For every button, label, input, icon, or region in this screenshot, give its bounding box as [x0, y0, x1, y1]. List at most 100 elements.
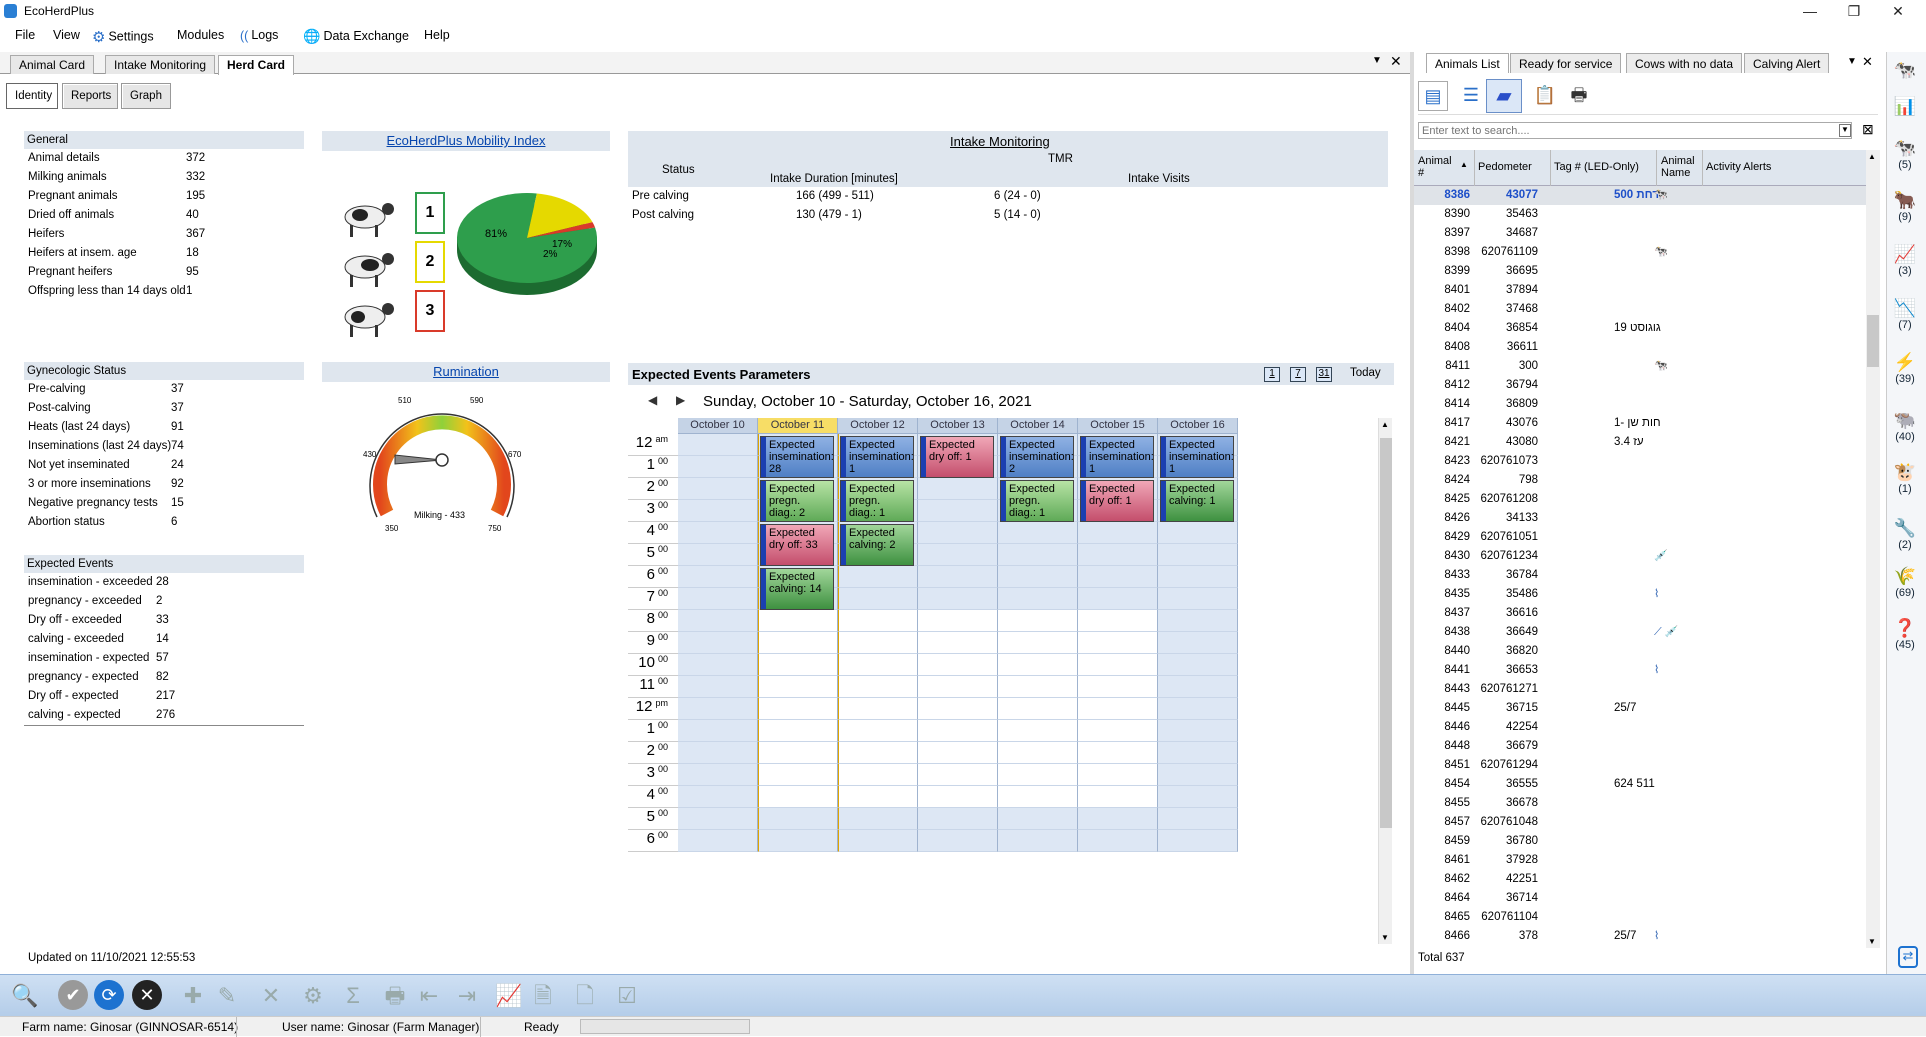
tab-calving-alert[interactable]: Calving Alert — [1744, 53, 1830, 73]
calendar-day-header[interactable]: October 14 — [998, 418, 1078, 434]
search-dropdown-icon[interactable]: ▼ — [1839, 124, 1851, 137]
calendar-slot[interactable] — [998, 720, 1078, 742]
calendar-slot[interactable] — [998, 786, 1078, 808]
calendar-slot[interactable] — [838, 720, 918, 742]
calendar-slot[interactable] — [918, 654, 998, 676]
menu-view[interactable]: View — [53, 28, 80, 42]
animal-row[interactable]: 8455 36678 — [1414, 794, 1866, 813]
calendar-slot[interactable] — [998, 610, 1078, 632]
col-pedometer[interactable]: Pedometer — [1478, 161, 1532, 173]
col-animal-name[interactable]: Animal Name — [1661, 155, 1697, 179]
calendar-slot[interactable] — [678, 456, 758, 478]
calendar-slot[interactable] — [678, 610, 758, 632]
calendar-slot[interactable] — [918, 588, 998, 610]
calendar-slot[interactable] — [918, 808, 998, 830]
sync-icon[interactable]: ⇄ — [1898, 946, 1918, 968]
tab-animal-card[interactable]: Animal Card — [10, 55, 95, 74]
calendar-slot[interactable] — [678, 830, 758, 852]
calendar-slot[interactable] — [998, 522, 1078, 544]
cow-icon[interactable]: 🐄 — [1654, 186, 1668, 205]
animal-row[interactable]: 8421 43080 עז 3.4 — [1414, 433, 1866, 452]
calendar-day-header[interactable]: October 16 — [1158, 418, 1238, 434]
calendar-event[interactable]: Expected insemination: 2 — [1000, 436, 1074, 478]
calendar-day-header[interactable]: October 13 — [918, 418, 998, 434]
calendar-slot[interactable] — [678, 808, 758, 830]
calendar-slot[interactable] — [838, 566, 918, 588]
animal-row[interactable]: 8462 42251 — [1414, 870, 1866, 889]
calendar-slot[interactable] — [1158, 676, 1238, 698]
calendar-slot[interactable] — [918, 610, 998, 632]
calendar-slot[interactable] — [918, 830, 998, 852]
animal-row[interactable]: 8461 37928 — [1414, 851, 1866, 870]
chart-syringe-icon[interactable]: ⟋ 💉 — [1654, 623, 1678, 642]
animal-row[interactable]: 8414 36809 — [1414, 395, 1866, 414]
animal-row[interactable]: 8465 620761104 — [1414, 908, 1866, 927]
tab-ready-for-service[interactable]: Ready for service — [1510, 53, 1622, 73]
card-view-icon[interactable]: ▤ — [1418, 81, 1448, 111]
cow-icon[interactable]: 🐄 — [1654, 243, 1668, 262]
animal-row[interactable]: 8443 620761271 — [1414, 680, 1866, 699]
calendar-slot[interactable] — [758, 654, 838, 676]
calendar-slot[interactable] — [918, 544, 998, 566]
animal-row[interactable]: 8401 37894 — [1414, 281, 1866, 300]
animal-row[interactable]: 8398 620761109 🐄 — [1414, 243, 1866, 262]
animal-row[interactable]: 8459 36780 — [1414, 832, 1866, 851]
right-panel-close-icon[interactable]: ✕ — [1862, 54, 1873, 70]
right-tab-dropdown-icon[interactable]: ▼ — [1847, 56, 1857, 67]
calendar-slot[interactable] — [838, 830, 918, 852]
calendar-slot[interactable] — [758, 720, 838, 742]
animal-row[interactable]: 8445 36715 25/7 — [1414, 699, 1866, 718]
calendar-slot[interactable] — [918, 742, 998, 764]
calendar-slot[interactable] — [1078, 522, 1158, 544]
clear-search-icon[interactable]: ⊠ — [1862, 121, 1874, 138]
prev-week-arrow[interactable]: ◀ — [648, 393, 657, 407]
herd-icon[interactable]: 🐄 — [1890, 60, 1920, 81]
animal-row[interactable]: 8466 378 25/7 ⌇ — [1414, 927, 1866, 946]
report-icon[interactable]: 📋 — [1530, 81, 1560, 111]
calendar-slot[interactable] — [678, 522, 758, 544]
col-animal-number[interactable]: Animal # — [1418, 155, 1454, 179]
calendar-event[interactable]: Expected insemination: 1 — [1160, 436, 1234, 478]
animal-row[interactable]: 8457 620761048 — [1414, 813, 1866, 832]
calendar-slot[interactable] — [1078, 698, 1158, 720]
animal-row[interactable]: 8386 43077 500 רחת 🐄 — [1414, 186, 1866, 205]
search-icon[interactable]: 🔍 — [10, 981, 40, 1011]
calendar-slot[interactable] — [758, 698, 838, 720]
calendar-slot[interactable] — [1158, 808, 1238, 830]
close-button[interactable]: ✕ — [1876, 0, 1920, 22]
calendar-slot[interactable] — [1078, 544, 1158, 566]
calendar-slot[interactable] — [838, 654, 918, 676]
calendar-slot[interactable] — [1158, 764, 1238, 786]
calendar-event[interactable]: Expected pregn. diag.: 1 — [1000, 480, 1074, 522]
calendar-scroll-thumb[interactable] — [1380, 438, 1392, 828]
animal-row[interactable]: 8441 36653 ⌇ — [1414, 661, 1866, 680]
calendar-slot[interactable] — [678, 478, 758, 500]
menu-logs[interactable]: ((Logs — [240, 28, 278, 43]
calendar-slot[interactable] — [758, 742, 838, 764]
animal-row[interactable]: 8424 798 — [1414, 471, 1866, 490]
tab-animals-list[interactable]: Animals List — [1426, 53, 1509, 73]
calendar-event[interactable]: Expected insemination: 28 — [760, 436, 834, 478]
pulse-icon[interactable]: ⌇ — [1654, 585, 1659, 604]
menu-data-exchange[interactable]: 🌐 Data Exchange — [303, 28, 409, 45]
pulse-icon[interactable]: ⌇ — [1654, 661, 1659, 680]
calendar-slot[interactable] — [998, 676, 1078, 698]
calendar-day-header[interactable]: October 12 — [838, 418, 918, 434]
calendar-day-header[interactable]: October 11 — [758, 418, 838, 434]
calendar-slot[interactable] — [1158, 522, 1238, 544]
animal-row[interactable]: 8451 620761294 — [1414, 756, 1866, 775]
group-view-icon[interactable]: ▰ — [1486, 79, 1522, 113]
calendar-event[interactable]: Expected dry off: 1 — [1080, 480, 1154, 522]
calendar-slot[interactable] — [1078, 610, 1158, 632]
animals-scrollbar[interactable]: ▲ ▼ — [1866, 150, 1880, 948]
animal-row[interactable]: 8433 36784 — [1414, 566, 1866, 585]
syringe-icon[interactable]: 💉 — [1654, 547, 1668, 566]
search-input[interactable] — [1418, 122, 1852, 139]
calendar-slot[interactable] — [838, 764, 918, 786]
calendar-slot[interactable] — [678, 632, 758, 654]
calendar-slot[interactable] — [1078, 676, 1158, 698]
calendar-slot[interactable] — [1078, 588, 1158, 610]
calendar-slot[interactable] — [1078, 830, 1158, 852]
calendar-slot[interactable] — [998, 654, 1078, 676]
subtab-identity[interactable]: Identity — [6, 83, 58, 109]
